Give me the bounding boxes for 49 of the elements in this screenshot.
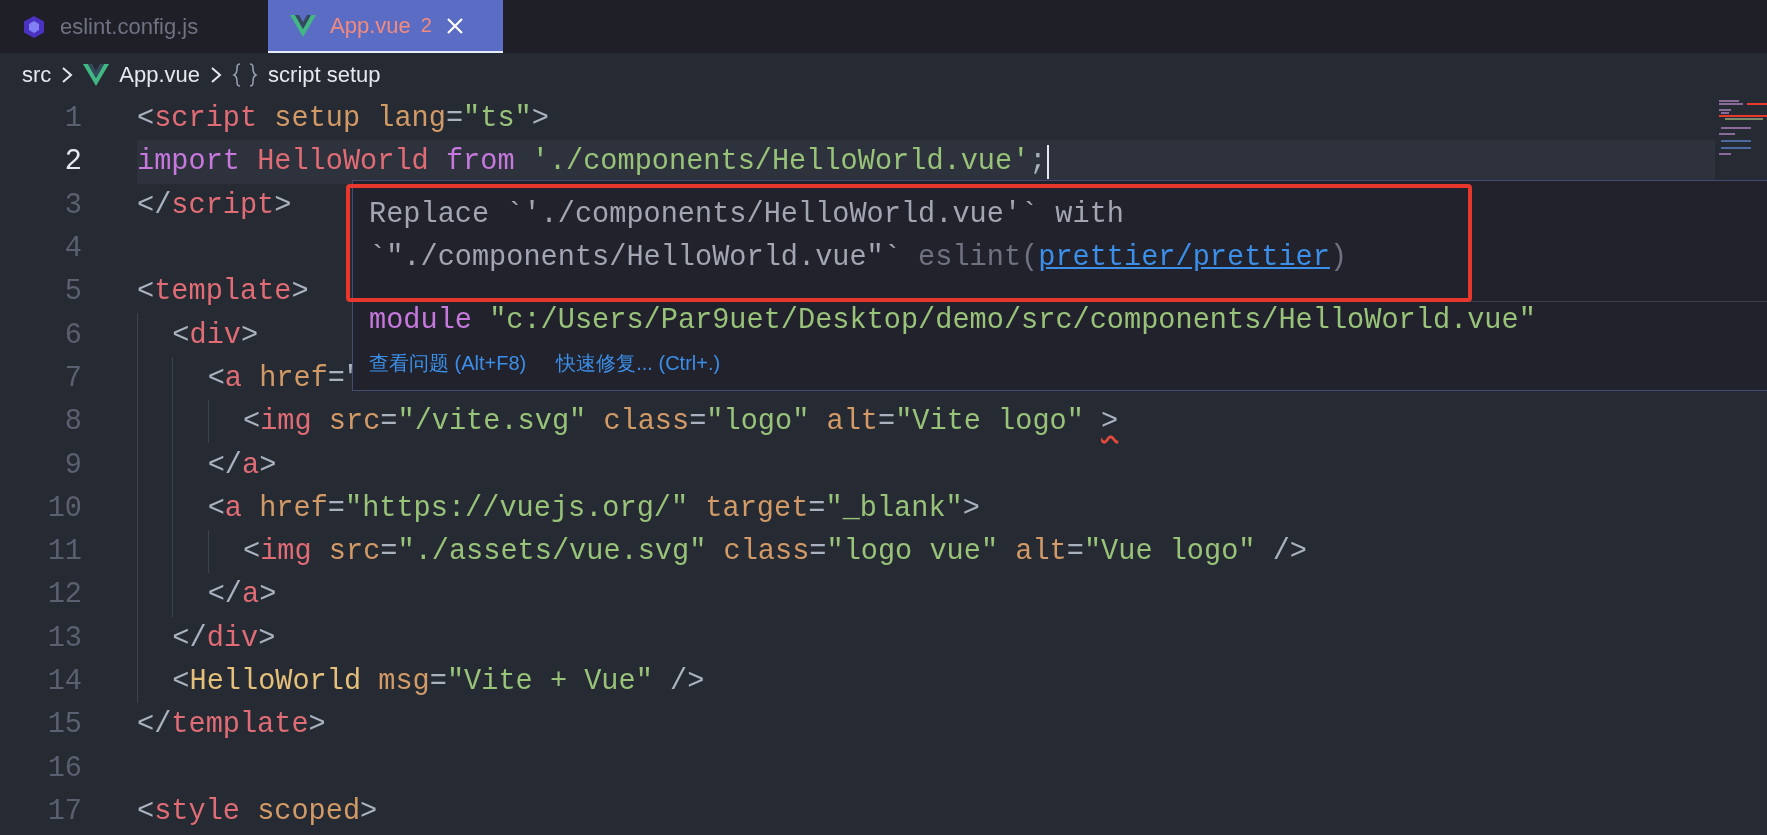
line-number: 7 [63, 361, 83, 395]
text-cursor [1046, 144, 1049, 179]
line-number: 11 [46, 535, 83, 569]
line-number: 15 [46, 708, 83, 742]
code-line: <HelloWorld msg="Vite + Vue" /> [137, 659, 705, 704]
code-line: <script setup lang="ts"> [137, 101, 549, 138]
line-number: 6 [63, 318, 83, 352]
line-number: 4 [63, 232, 83, 266]
vue-logo-icon [83, 64, 110, 86]
vue-logo-icon [290, 14, 316, 37]
close-icon[interactable] [445, 16, 464, 35]
line-number: 2 [63, 145, 83, 179]
error-squiggle: > [1101, 405, 1119, 439]
line-number: 5 [63, 275, 83, 309]
breadcrumb-item[interactable]: App.vue [119, 62, 201, 88]
module-path: module "c:/Users/Par9uet/Desktop/demo/src/components/HelloWorld.vue" [368, 303, 1537, 339]
braces-icon [232, 62, 259, 88]
line-number: 13 [46, 621, 83, 655]
code-line: </script> [137, 187, 292, 224]
code-line: import HelloWorld from './components/HelloWorld.vue'; [137, 143, 1049, 181]
action-link[interactable]: 查看问题 (Alt+F8) [369, 350, 527, 377]
chevron-icon [61, 67, 74, 83]
rule-link[interactable]: prettier/prettier [1038, 241, 1330, 274]
line-number: 16 [46, 751, 83, 785]
problem-count: 2 [420, 14, 432, 37]
line-number: 12 [46, 578, 83, 612]
action-link[interactable]: 快速修复... (Ctrl+.) [556, 350, 721, 377]
code-line: </template> [137, 707, 326, 744]
code-line: <a href="https://vuejs.org/" target="_blank"> [137, 486, 980, 530]
line-number: 9 [63, 448, 83, 482]
breadcrumb-item[interactable]: src [22, 62, 52, 88]
chevron-icon [210, 67, 223, 83]
line-number: 10 [46, 491, 83, 525]
code-line: </a> [137, 573, 277, 617]
code-line: <img src="/vite.svg" class="logo" alt="Vite logo" > [137, 400, 1119, 444]
line-number: 14 [46, 665, 83, 698]
code-line: <template> [137, 274, 309, 311]
code-line: </div> [137, 616, 276, 660]
line-number: 1 [63, 102, 83, 136]
editor-tab[interactable]: eslint.config.js [0, 0, 268, 53]
breadcrumb-item[interactable]: script setup [268, 62, 381, 88]
line-number: 3 [63, 188, 83, 222]
hexagon-icon [22, 14, 46, 39]
code-line: <img src="./assets/vue.svg" class="logo vue" alt="Vue logo" /> [137, 529, 1307, 574]
line-number: 8 [63, 405, 83, 439]
line-number: 17 [46, 794, 83, 828]
code-line: <div> [137, 313, 259, 357]
code-line: </a> [137, 443, 277, 487]
code-line: <style scoped> [137, 793, 378, 830]
